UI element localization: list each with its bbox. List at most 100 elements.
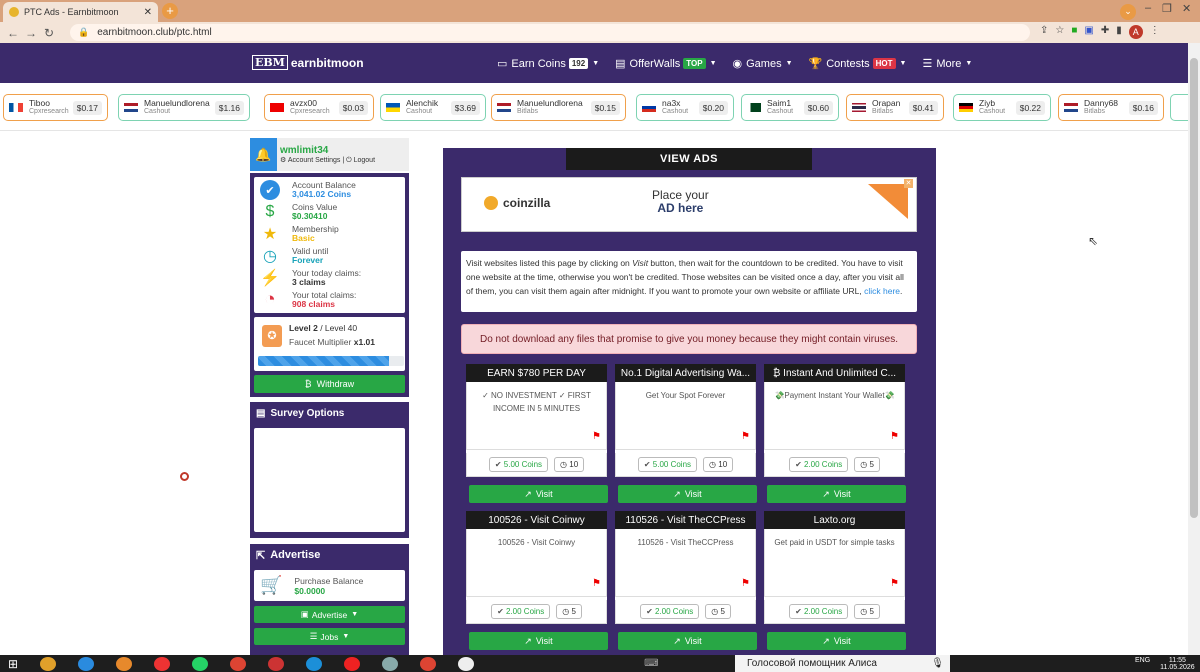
visit-button[interactable]: ↗ Visit [767,485,906,503]
extension-icon[interactable]: ▣ [1084,25,1093,39]
browser-tab[interactable]: PTC Ads - Earnbitmoon ✕ [3,2,158,22]
jobs-dropdown-button[interactable]: ☰ Jobs ▼ [254,628,405,645]
payout-amount: $0.15 [590,100,620,115]
new-tab-button[interactable]: + [162,3,178,19]
ad-stats: ✔ 5.00 Coins ◷ 10 [615,453,756,477]
menu-dots-icon[interactable]: ⋮ [1150,25,1160,39]
taskbar-app-icon[interactable] [116,656,133,671]
edge-icon[interactable] [78,656,95,671]
close-window-icon[interactable]: ✕ [1182,2,1191,15]
external-link-icon: ↗ [822,635,830,646]
chrome-icon[interactable] [230,656,247,671]
report-flag-icon[interactable]: ⚑ [890,430,899,443]
report-flag-icon[interactable]: ⚑ [592,430,601,443]
chevron-down-icon[interactable]: ⌄ [1120,4,1136,20]
extension-icon[interactable]: ■ [1071,25,1077,39]
taskbar-app-icon[interactable] [40,656,57,671]
bookmark-star-icon[interactable]: ☆ [1055,25,1064,39]
windows-start-icon[interactable]: ⊞ [8,657,18,671]
scrollbar-thumb[interactable] [1190,58,1198,518]
opera-icon[interactable] [344,656,361,671]
payout-amount: $0.41 [908,100,938,115]
stat-value: Basic [292,233,315,243]
nav-contests[interactable]: 🏆 Contests HOT ▼ [808,57,907,71]
taskbar-app-icon[interactable] [458,656,475,671]
report-flag-icon[interactable]: ⚑ [741,430,750,443]
visit-button[interactable]: ↗ Visit [767,632,906,650]
ccleaner-icon[interactable] [306,656,323,671]
chrome-icon[interactable] [420,656,437,671]
bell-icon[interactable]: 🔔 [250,138,277,171]
check-circle-icon: ✔ [795,607,802,616]
nav-games[interactable]: ◉ Games ▼ [733,57,793,71]
payout-item: Manuelundlorena Cashout $1.16 [118,94,250,121]
profile-avatar[interactable]: A [1128,25,1143,39]
payout-source: Cashout [767,108,794,115]
payout-source: Cashout [144,108,171,115]
nav-label: Earn Coins [511,57,566,70]
forward-icon[interactable]: → [22,26,40,40]
clock-icon: ◷ [562,607,570,616]
close-tab-icon[interactable]: ✕ [144,7,152,18]
language-indicator[interactable]: ENG [1135,657,1150,671]
sidebar-icon[interactable]: ▮ [1116,25,1122,39]
page-scrollbar[interactable] [1188,43,1200,655]
microphone-icon[interactable]: 🎙 [931,658,944,669]
withdraw-button[interactable]: ₿ Withdraw [254,375,405,393]
trophy-icon: 🏆 [808,58,823,70]
caret-down-icon: ▼ [592,60,600,67]
yandex-icon[interactable] [154,656,171,671]
minimize-icon[interactable]: – [1145,2,1151,14]
advertise-title: Advertise [270,549,321,561]
timer-value: 10 [569,460,579,469]
reward-value: 2.00 Coins [655,607,694,616]
ad-description: 100526 - Visit Coinwy [497,538,576,547]
puzzle-icon[interactable]: ✚ [1101,25,1109,39]
ad-description: Get Your Spot Forever [645,391,726,400]
report-flag-icon[interactable]: ⚑ [741,577,750,590]
clock-date[interactable]: 11.05.2026 [1160,664,1195,671]
visit-button[interactable]: ↗ Visit [469,632,608,650]
advertise-dropdown-button[interactable]: ▣ Advertise ▼ [254,606,405,623]
restore-icon[interactable]: ❐ [1162,2,1172,15]
taskbar-app-icon[interactable] [268,656,285,671]
visit-button[interactable]: ↗ Visit [618,632,757,650]
nav-more[interactable]: ☰ More ▼ [922,57,972,71]
clock-time[interactable]: 11:55 [1169,657,1186,664]
taskbar-app-icon[interactable] [382,656,399,671]
payout-amount: $0.20 [698,100,728,115]
user-box: 🔔 wmlimit34 ⚙ Account Settings | ⏻ Logou… [250,138,409,171]
share-icon[interactable]: ⇪ [1040,25,1048,39]
visit-button[interactable]: ↗ Visit [618,485,757,503]
reload-icon[interactable]: ↻ [40,26,58,40]
banner-text: Place your AD here [652,189,709,215]
caret-down-icon: ▼ [342,633,350,640]
account-settings-link[interactable]: Account Settings [288,157,341,164]
clock-icon: ◷ [860,460,868,469]
payout-username: Manuelundlorena [517,98,583,108]
nav-label: Contests [826,57,870,70]
report-flag-icon[interactable]: ⚑ [890,577,899,590]
ad-card: 110526 - Visit TheCCPress 110526 - Visit… [615,511,757,650]
nav-label: OfferWalls [629,57,681,70]
keyboard-icon[interactable]: ⌨ [644,658,658,669]
nav-offerwalls[interactable]: ▤ OfferWalls TOP ▼ [615,57,716,71]
nav-earn-coins[interactable]: ▭ Earn Coins 192 ▼ [497,57,600,71]
promote-link[interactable]: click here [864,286,900,296]
ad-title: EARN $780 PER DAY [466,364,607,382]
report-flag-icon[interactable]: ⚑ [592,577,601,590]
logout-link[interactable]: Logout [354,157,375,164]
check-circle-icon: ✔ [646,607,653,616]
ad-banner[interactable]: coinzilla Place your AD here ✕ [461,177,917,232]
visit-button[interactable]: ↗ Visit [469,485,608,503]
country-flag-icon [852,103,866,112]
stat-row: ✔ Account Balance 3,041.02 Coins [254,179,405,201]
close-ad-icon[interactable]: ✕ [904,179,913,188]
back-icon[interactable]: ← [4,26,22,40]
whatsapp-icon[interactable] [192,656,209,671]
payout-username: Alenchik [406,98,439,108]
url-field[interactable]: 🔒 earnbitmoon.club/ptc.html [70,24,1030,41]
site-logo[interactable]: EBM earnbitmoon [252,55,364,70]
voice-assistant-bar[interactable]: Голосовой помощник Алиса 🎙 [735,655,950,672]
payout-item: Danny68 Bitlabs $0.16 [1058,94,1164,121]
